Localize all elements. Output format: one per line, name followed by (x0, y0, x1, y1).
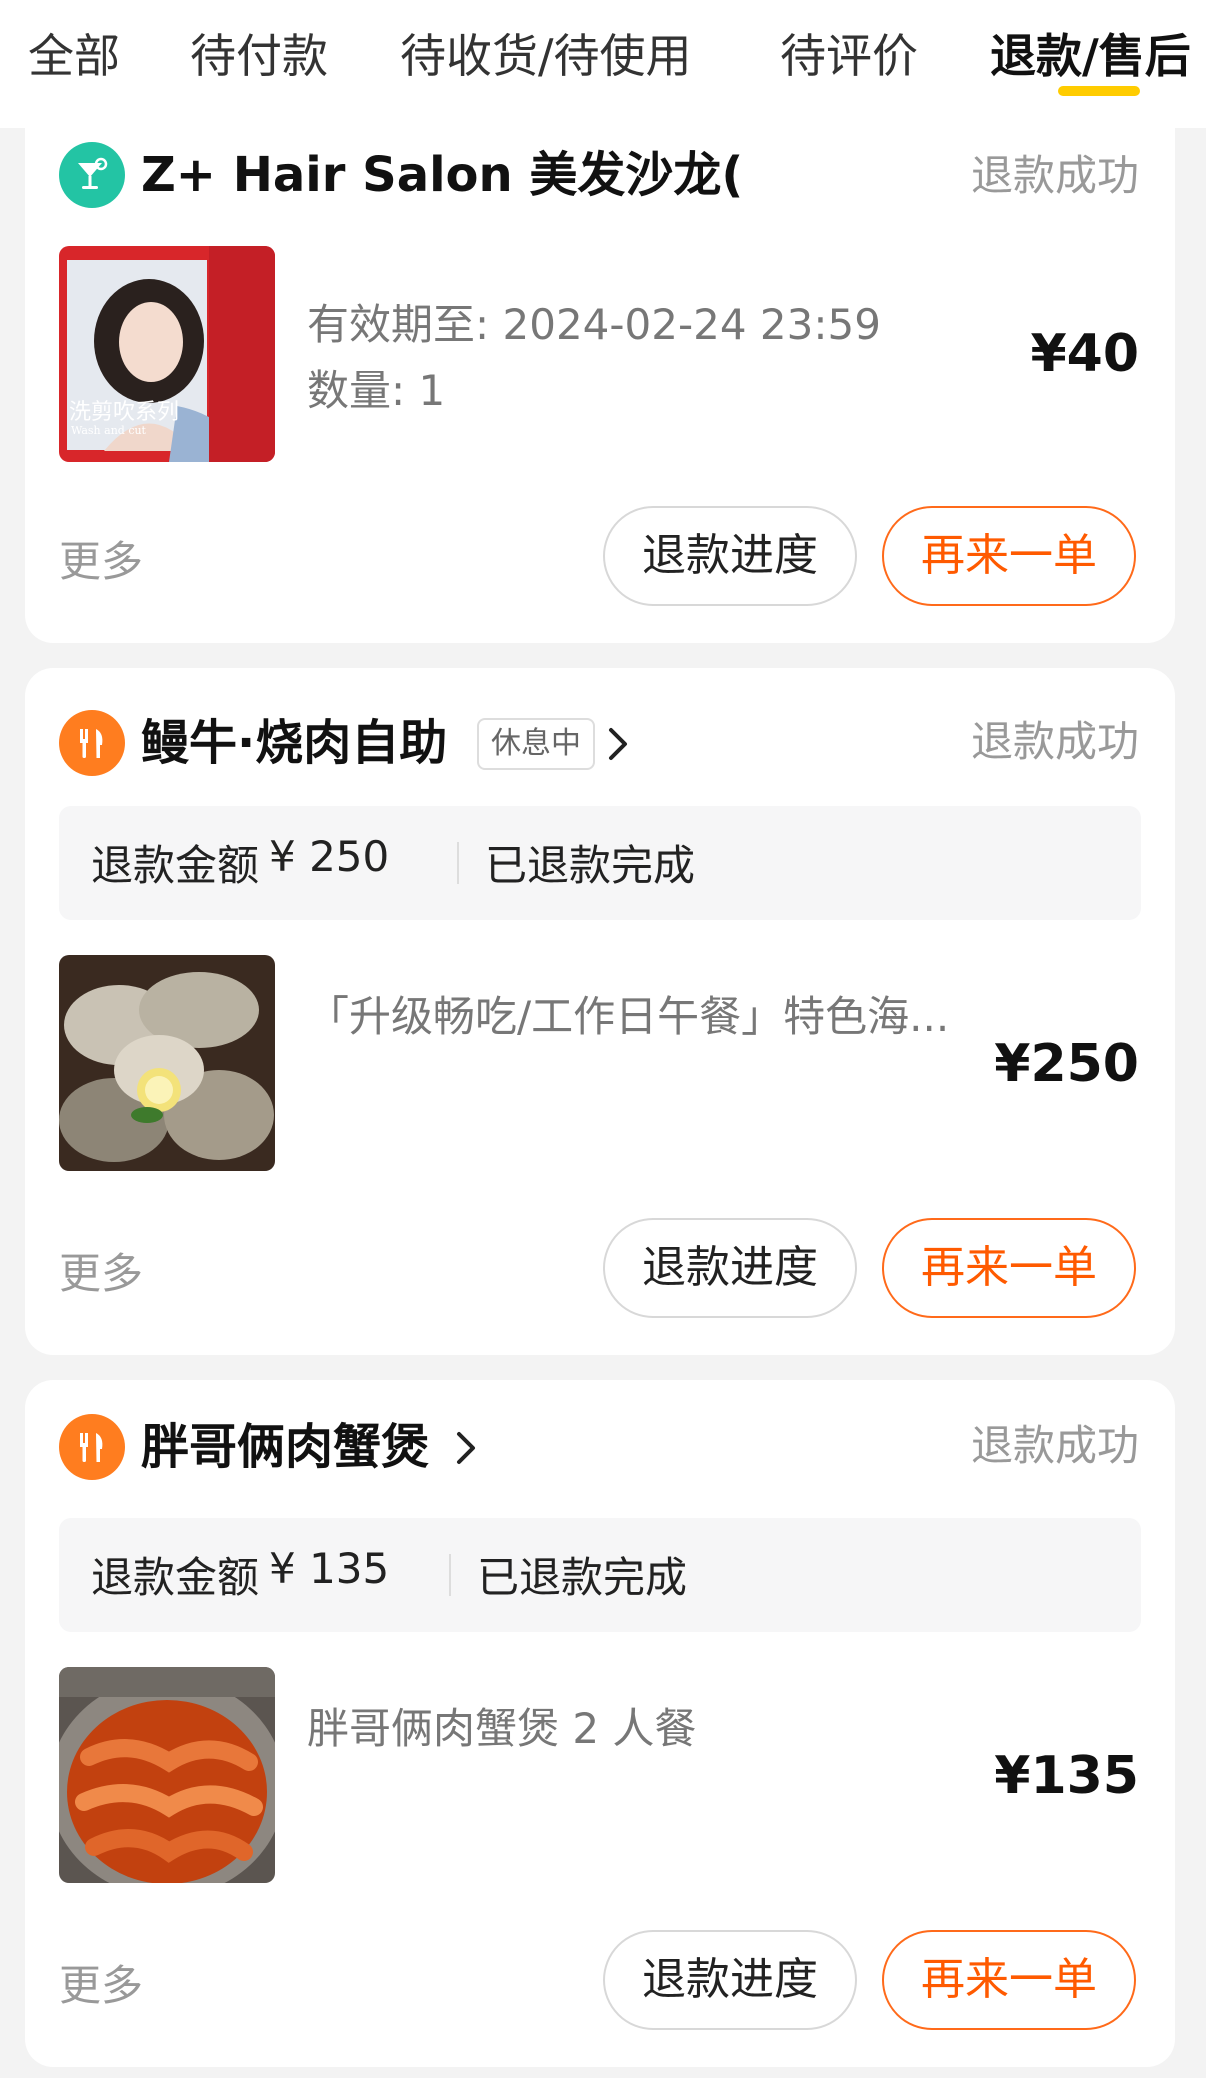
shop-closed-badge: 休息中 (477, 718, 595, 770)
shop-name[interactable]: 鳗牛·烧肉自助 (141, 708, 447, 778)
order-tabs: 全部 待付款 待收货/待使用 待评价 退款/售后 (0, 0, 1206, 128)
reorder-button[interactable]: 再来一单 (882, 1218, 1136, 1318)
order-card[interactable]: 鳗牛·烧肉自助 休息中 退款成功 退款金额 ¥ 250 已退款完成 「升级畅吃/… (25, 668, 1175, 1355)
divider (449, 1554, 451, 1596)
reorder-button[interactable]: 再来一单 (882, 1930, 1136, 2030)
refund-summary: 退款金额 ¥ 250 已退款完成 (59, 806, 1141, 920)
refund-state: 已退款完成 (477, 1553, 688, 1602)
product-thumbnail[interactable] (59, 955, 275, 1171)
tab-pending-payment[interactable]: 待付款 (190, 28, 328, 84)
order-card[interactable]: 胖哥俩肉蟹煲 退款成功 退款金额 ¥ 135 已退款完成 胖哥俩肉蟹煲 2 人餐… (25, 1380, 1175, 2067)
chevron-right-icon[interactable] (603, 724, 633, 764)
fork-knife-icon (59, 1414, 125, 1480)
tab-all[interactable]: 全部 (28, 28, 120, 84)
item-title[interactable]: 「升级畅吃/工作日午餐」特色海... (307, 984, 949, 1050)
refund-amount-label: 退款金额 (91, 1553, 260, 1602)
refund-state: 已退款完成 (485, 841, 696, 890)
divider (457, 842, 459, 884)
price: ¥135 (994, 1746, 1139, 1806)
more-link[interactable]: 更多 (59, 528, 143, 589)
refund-amount-label: 退款金额 (91, 841, 260, 890)
refund-amount: ¥ 135 (269, 1544, 390, 1593)
refund-progress-button[interactable]: 退款进度 (603, 1218, 857, 1318)
refund-amount: ¥ 250 (269, 832, 390, 881)
more-link[interactable]: 更多 (59, 1240, 143, 1301)
thumbnail-caption-en: Wash and cut (71, 424, 146, 437)
price: ¥40 (1030, 324, 1139, 384)
more-link[interactable]: 更多 (59, 1952, 143, 2013)
tab-to-review[interactable]: 待评价 (780, 28, 918, 84)
product-thumbnail[interactable]: 洗剪吹系列 Wash and cut (59, 246, 275, 462)
price: ¥250 (994, 1034, 1139, 1094)
order-card[interactable]: Z+ Hair Salon 美发沙龙(陈桥店)... 退款成功 洗剪吹系列 Wa… (25, 128, 1175, 643)
refund-summary: 退款金额 ¥ 135 已退款完成 (59, 1518, 1141, 1632)
order-status: 退款成功 (970, 1421, 1139, 1470)
cocktail-glass-icon (59, 142, 125, 208)
order-status: 退款成功 (970, 717, 1139, 766)
quantity: 数量: 1 (307, 366, 446, 415)
chevron-right-icon[interactable] (451, 1428, 481, 1468)
reorder-button[interactable]: 再来一单 (882, 506, 1136, 606)
tab-refund-aftersale[interactable]: 退款/售后 (990, 28, 1191, 84)
fork-knife-icon (59, 710, 125, 776)
item-title[interactable]: 胖哥俩肉蟹煲 2 人餐 (307, 1696, 696, 1762)
product-thumbnail[interactable] (59, 1667, 275, 1883)
refund-progress-button[interactable]: 退款进度 (603, 1930, 857, 2030)
shop-name[interactable]: Z+ Hair Salon 美发沙龙(陈桥店)... (141, 140, 741, 210)
tab-to-receive[interactable]: 待收货/待使用 (400, 28, 692, 84)
valid-until: 有效期至: 2024-02-24 23:59 (307, 300, 881, 349)
active-tab-indicator (1058, 86, 1140, 96)
thumbnail-caption: 洗剪吹系列 (69, 400, 180, 425)
refund-progress-button[interactable]: 退款进度 (603, 506, 857, 606)
order-status: 退款成功 (970, 151, 1139, 200)
shop-name[interactable]: 胖哥俩肉蟹煲 (141, 1412, 429, 1482)
